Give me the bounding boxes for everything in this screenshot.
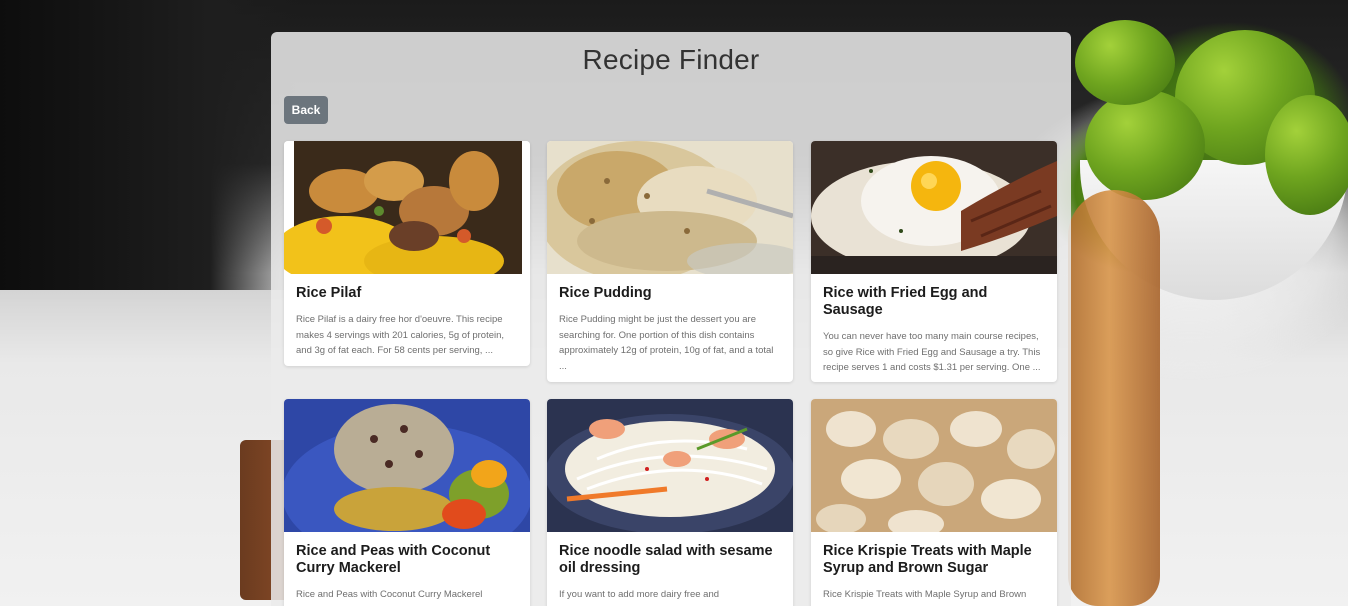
page-title: Recipe Finder — [582, 44, 760, 75]
recipe-title[interactable]: Rice noodle salad with sesame oil dressi… — [559, 543, 781, 577]
rice-peas-mackerel-photo — [284, 399, 530, 532]
recipe-title[interactable]: Rice and Peas with Coconut Curry Mackere… — [296, 543, 518, 577]
background-wooden-spoon — [1068, 190, 1160, 606]
fried-egg-sausage-photo — [811, 141, 1057, 274]
recipe-summary: Rice Krispie Treats with Maple Syrup and… — [823, 589, 1027, 600]
recipe-card[interactable]: Rice Pilaf Rice Pilaf is a dairy free ho… — [284, 141, 530, 366]
back-button[interactable]: Back — [284, 96, 328, 124]
recipe-card[interactable]: Rice noodle salad with sesame oil dressi… — [547, 399, 793, 606]
background-lime — [1075, 20, 1175, 105]
recipe-title[interactable]: Rice Pudding — [559, 285, 781, 302]
rice-pilaf-photo — [284, 141, 530, 274]
recipe-card[interactable]: Rice with Fried Egg and Sausage You can … — [811, 141, 1057, 382]
recipe-title[interactable]: Rice with Fried Egg and Sausage — [823, 285, 1045, 319]
recipe-panel: Recipe Finder Back Rice Pilaf Rice Pilaf… — [271, 32, 1071, 606]
recipe-title[interactable]: Rice Krispie Treats with Maple Syrup and… — [823, 543, 1045, 577]
background-lime — [1085, 90, 1205, 200]
rice-noodle-salad-photo — [547, 399, 793, 532]
recipe-summary: Rice Pudding might be just the dessert y… — [559, 314, 774, 372]
recipe-title[interactable]: Rice Pilaf — [296, 285, 518, 302]
recipe-card[interactable]: Rice Krispie Treats with Maple Syrup and… — [811, 399, 1057, 606]
recipe-summary: If you want to add more dairy free and — [559, 589, 720, 600]
recipe-summary: Rice and Peas with Coconut Curry Mackere… — [296, 589, 483, 600]
background-lime — [1265, 95, 1348, 215]
rice-pudding-photo — [547, 141, 793, 274]
recipe-summary: You can never have too many main course … — [823, 331, 1041, 373]
recipe-summary: Rice Pilaf is a dairy free hor d'oeuvre.… — [296, 314, 505, 356]
background-shadow — [0, 0, 300, 290]
recipe-card[interactable]: Rice and Peas with Coconut Curry Mackere… — [284, 399, 530, 606]
recipe-card[interactable]: Rice Pudding Rice Pudding might be just … — [547, 141, 793, 382]
rice-krispie-treats-photo — [811, 399, 1057, 532]
